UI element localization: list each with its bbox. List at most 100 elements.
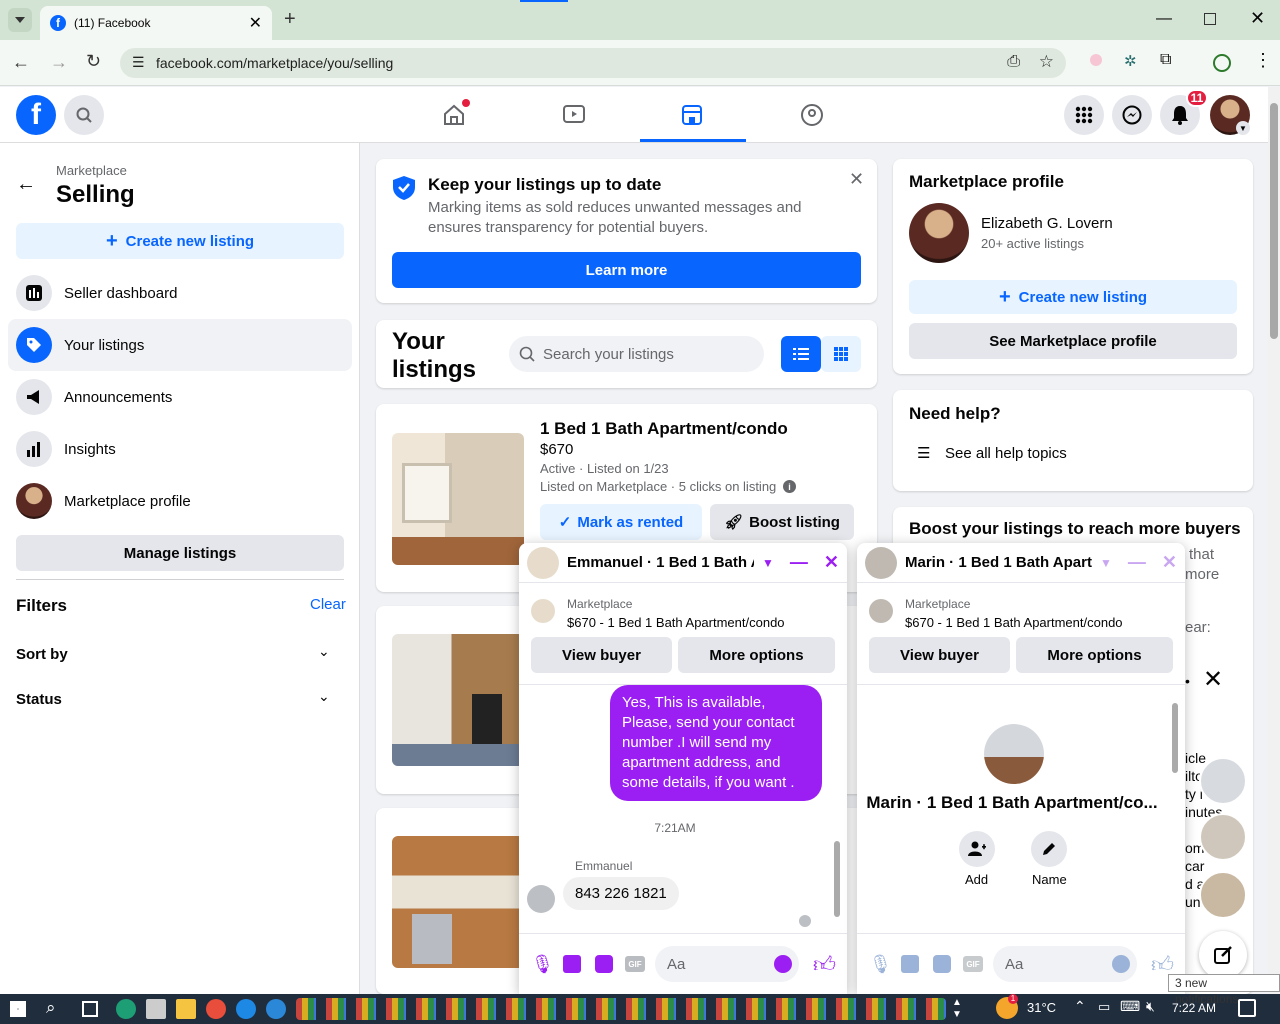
temperature[interactable]: 31°C: [1027, 1000, 1056, 1015]
app-icon[interactable]: [206, 999, 226, 1019]
site-info-icon[interactable]: ☰: [132, 54, 145, 71]
taskbar-search-icon[interactable]: ⌕: [46, 998, 56, 1018]
mic-icon[interactable]: 🎙︎: [869, 954, 892, 975]
chat-title[interactable]: Emmanuel · 1 Bed 1 Bath A...: [567, 554, 754, 571]
skype-icon[interactable]: [236, 999, 256, 1019]
edge-icon[interactable]: [116, 999, 136, 1019]
listing-photo[interactable]: [392, 433, 524, 565]
video-icon[interactable]: [560, 101, 588, 129]
tab-search-icon[interactable]: [8, 8, 32, 32]
listing-title[interactable]: 1 Bed 1 Bath Apartment/condo: [540, 419, 788, 439]
chat-scrollbar[interactable]: [833, 685, 843, 931]
terminal-icon[interactable]: [146, 999, 166, 1019]
info-icon[interactable]: i: [783, 480, 796, 493]
chat-scroll-thumb[interactable]: [834, 841, 840, 917]
view-buyer-button[interactable]: View buyer: [869, 637, 1010, 673]
chat-header[interactable]: Emmanuel · 1 Bed 1 Bath A... ▼ — ✕: [519, 543, 847, 583]
chat-head-avatar[interactable]: [1199, 871, 1247, 919]
more-options-button[interactable]: More options: [1016, 637, 1173, 673]
clear-filters-link[interactable]: Clear: [310, 596, 346, 613]
minimize-chat-icon[interactable]: —: [1128, 552, 1146, 573]
mic-icon[interactable]: 🎙︎: [531, 954, 554, 975]
profile-name[interactable]: Elizabeth G. Lovern: [981, 215, 1113, 232]
restore-icon[interactable]: [1204, 13, 1216, 25]
groups-icon[interactable]: [798, 101, 826, 129]
banner-close-icon[interactable]: ✕: [849, 169, 864, 190]
chevron-down-icon[interactable]: ▼: [762, 556, 774, 570]
tray-chevron-icon[interactable]: ⌃: [1074, 998, 1086, 1015]
view-buyer-button[interactable]: View buyer: [531, 637, 672, 673]
network-icon[interactable]: ⌨: [1120, 998, 1140, 1015]
profile-avatar[interactable]: [909, 203, 969, 263]
chat-header[interactable]: Marin · 1 Bed 1 Bath Apart... ▼ — ✕: [857, 543, 1185, 583]
minimize-chat-icon[interactable]: —: [790, 552, 808, 573]
chrome-taskbar-icons[interactable]: [296, 998, 946, 1020]
close-chat-icon[interactable]: ✕: [1162, 552, 1177, 573]
grid-view-icon[interactable]: [821, 336, 861, 372]
sticker-icon[interactable]: [933, 955, 951, 973]
boost-listing-button[interactable]: 🚀︎ Boost listing: [710, 504, 854, 540]
reload-icon[interactable]: ↻: [86, 51, 101, 72]
back-arrow-icon[interactable]: ←: [16, 173, 36, 196]
chat-head-avatar[interactable]: [1199, 813, 1247, 861]
facebook-logo-icon[interactable]: f: [16, 95, 56, 135]
chat-head-avatar[interactable]: [1199, 757, 1247, 805]
browser-menu-icon[interactable]: ⋮: [1254, 50, 1272, 71]
search-listings-input[interactable]: Search your listings: [509, 336, 764, 372]
taskbar-scroll-icon[interactable]: ▲ ▼: [952, 997, 962, 1021]
window-close-icon[interactable]: ✕: [1250, 8, 1265, 29]
photo-icon[interactable]: [563, 955, 581, 973]
chat-scroll-thumb[interactable]: [1172, 703, 1178, 773]
listing-photo[interactable]: [392, 634, 524, 766]
search-icon[interactable]: [64, 95, 104, 135]
volume-muted-icon[interactable]: 🔇︎: [1146, 998, 1155, 1015]
sort-by-label[interactable]: Sort by: [16, 646, 68, 663]
extensions-puzzle-icon[interactable]: ⧉: [1160, 51, 1171, 69]
sidebar-item-insights[interactable]: Insights: [8, 423, 352, 475]
menu-grid-icon[interactable]: [1064, 95, 1104, 135]
sidebar-item-seller-dashboard[interactable]: Seller dashboard: [8, 267, 352, 319]
sidebar-item-announcements[interactable]: Announcements: [8, 371, 352, 423]
create-listing-button[interactable]: + Create new listing: [16, 223, 344, 259]
forward-icon[interactable]: →: [50, 52, 68, 73]
home-icon[interactable]: [440, 99, 470, 129]
battery-icon[interactable]: ▭: [1098, 999, 1110, 1015]
profile-create-listing-button[interactable]: + Create new listing: [909, 280, 1237, 314]
boost-close-icon[interactable]: ✕: [1203, 665, 1223, 694]
more-options-button[interactable]: More options: [678, 637, 835, 673]
add-friend-icon[interactable]: [959, 831, 995, 867]
chat-scrollbar[interactable]: [1171, 685, 1181, 931]
browser-tab[interactable]: f (11) Facebook ✕: [40, 6, 272, 40]
scrollbar-thumb[interactable]: [1270, 103, 1278, 339]
help-topics-link[interactable]: See all help topics: [945, 445, 1067, 462]
extension-icon[interactable]: [1090, 54, 1102, 66]
tab-close-icon[interactable]: ✕: [249, 13, 262, 33]
chat-title[interactable]: Marin · 1 Bed 1 Bath Apart...: [905, 554, 1092, 571]
extension-2-icon[interactable]: ✲: [1124, 52, 1137, 70]
windows-start-icon[interactable]: [10, 1001, 26, 1017]
install-app-icon[interactable]: ⎙: [1007, 53, 1020, 71]
sidebar-item-marketplace-profile[interactable]: Marketplace profile: [8, 475, 352, 527]
status-chevron-icon[interactable]: ⌄: [318, 688, 330, 705]
sidebar-item-your-listings[interactable]: Your listings: [8, 319, 352, 371]
back-icon[interactable]: ←: [12, 52, 30, 73]
sticker-icon[interactable]: [595, 955, 613, 973]
address-bar[interactable]: ☰ facebook.com/marketplace/you/selling ⎙…: [120, 48, 1066, 78]
pencil-icon[interactable]: [1031, 831, 1067, 867]
file-explorer-icon[interactable]: [176, 999, 196, 1019]
bookmark-star-icon[interactable]: ☆: [1039, 52, 1054, 72]
app-icon[interactable]: [266, 999, 286, 1019]
emoji-icon[interactable]: [1112, 955, 1130, 973]
sort-chevron-icon[interactable]: ⌄: [318, 643, 330, 660]
page-scrollbar[interactable]: [1268, 87, 1280, 994]
listing-photo[interactable]: [392, 836, 524, 968]
profile-icon[interactable]: [1213, 54, 1231, 72]
new-message-icon[interactable]: [1199, 931, 1247, 979]
notification-center-icon[interactable]: [1238, 999, 1256, 1017]
emoji-icon[interactable]: [774, 955, 792, 973]
photo-icon[interactable]: [901, 955, 919, 973]
new-tab-icon[interactable]: +: [284, 8, 296, 31]
messenger-icon[interactable]: [1112, 95, 1152, 135]
learn-more-button[interactable]: Learn more: [392, 252, 861, 288]
account-chevron-icon[interactable]: ▼: [1236, 121, 1250, 135]
